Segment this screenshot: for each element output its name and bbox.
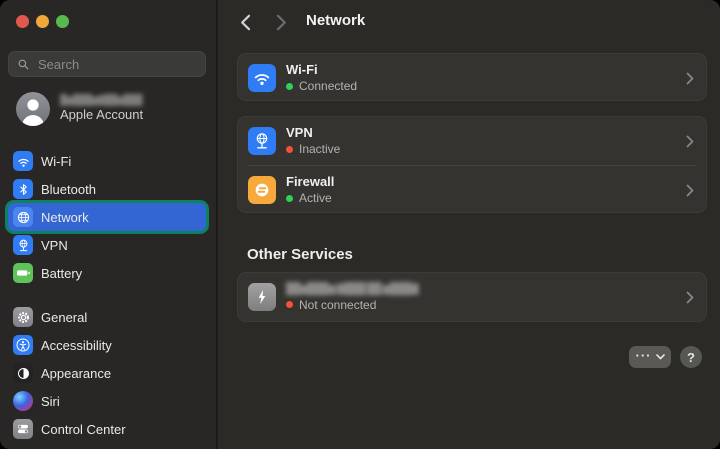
status-dot bbox=[286, 194, 293, 202]
sidebar-item-control-center[interactable]: Control Center bbox=[8, 415, 206, 443]
other-service-card: ██▆███▆ ▇███ ██ ▆███▇ Not connected bbox=[237, 272, 707, 322]
firewall-icon bbox=[248, 176, 276, 204]
status-dot bbox=[286, 82, 293, 90]
service-name-redacted: ██▆███▆ ▇███ ██ ▆███▇ bbox=[286, 282, 419, 295]
status-text: Inactive bbox=[299, 142, 341, 157]
service-name: VPN bbox=[286, 124, 313, 140]
service-name: Wi-Fi bbox=[286, 61, 318, 77]
ellipsis-icon: ··· bbox=[635, 347, 652, 363]
wifi-icon bbox=[248, 64, 276, 92]
sidebar-item-label: VPN bbox=[41, 237, 68, 253]
siri-icon bbox=[13, 391, 33, 411]
search-icon bbox=[17, 58, 30, 71]
control-center-icon bbox=[13, 419, 33, 439]
apple-account-item[interactable]: █▆███▆▇██▆███ Apple Account bbox=[10, 87, 208, 131]
appearance-icon bbox=[13, 363, 33, 383]
search-field[interactable] bbox=[8, 51, 206, 77]
vpn-icon bbox=[248, 127, 276, 155]
account-name-redacted: █▆███▆▇██▆███ bbox=[60, 95, 143, 107]
close-button[interactable] bbox=[16, 15, 29, 28]
battery-icon bbox=[13, 263, 33, 283]
wifi-row[interactable]: Wi-Fi Connected bbox=[238, 54, 706, 102]
vpn-firewall-card: VPN Inactive Firewall Active bbox=[237, 116, 707, 213]
status-text: Active bbox=[299, 191, 332, 206]
accessibility-icon bbox=[13, 335, 33, 355]
more-options-button[interactable]: ··· bbox=[629, 346, 671, 368]
firewall-row[interactable]: Firewall Active bbox=[238, 166, 706, 214]
status-dot bbox=[286, 145, 293, 153]
help-button[interactable]: ? bbox=[680, 346, 702, 368]
vpn-row[interactable]: VPN Inactive bbox=[238, 117, 706, 165]
sidebar-item-label: Control Center bbox=[41, 421, 126, 437]
thunderbolt-service-row[interactable]: ██▆███▆ ▇███ ██ ▆███▇ Not connected bbox=[238, 273, 706, 321]
chevron-right-icon bbox=[686, 184, 694, 197]
sidebar-item-label: Wi-Fi bbox=[41, 153, 72, 169]
sidebar-item-siri[interactable]: Siri bbox=[8, 387, 206, 415]
sidebar-item-label: Accessibility bbox=[41, 337, 112, 353]
sidebar: █▆███▆▇██▆███ Apple Account Wi-Fi Blueto… bbox=[0, 0, 218, 449]
service-name: Firewall bbox=[286, 173, 335, 189]
sidebar-item-battery[interactable]: Battery bbox=[8, 259, 206, 287]
sidebar-item-label: Siri bbox=[41, 393, 60, 409]
chevron-right-icon bbox=[686, 135, 694, 148]
thunderbolt-icon bbox=[248, 283, 276, 311]
status-text: Not connected bbox=[299, 297, 377, 312]
back-button[interactable] bbox=[238, 13, 252, 31]
minimize-button[interactable] bbox=[36, 15, 49, 28]
zoom-button[interactable] bbox=[56, 15, 69, 28]
search-input[interactable] bbox=[36, 55, 197, 73]
sidebar-item-appearance[interactable]: Appearance bbox=[8, 359, 206, 387]
sidebar-item-accessibility[interactable]: Accessibility bbox=[8, 331, 206, 359]
wifi-icon bbox=[13, 151, 33, 171]
sidebar-item-bluetooth[interactable]: Bluetooth bbox=[8, 175, 206, 203]
system-settings-window: █▆███▆▇██▆███ Apple Account Wi-Fi Blueto… bbox=[0, 0, 720, 449]
network-pane: Network Wi-Fi Connected VPN Inactive Fir… bbox=[218, 0, 720, 449]
window-controls bbox=[16, 15, 69, 28]
status-dot bbox=[286, 301, 293, 308]
sidebar-item-label: Bluetooth bbox=[41, 181, 96, 197]
help-label: ? bbox=[687, 349, 695, 365]
chevron-down-icon bbox=[655, 354, 665, 360]
status-text: Connected bbox=[299, 79, 358, 94]
chevron-right-icon bbox=[686, 291, 694, 304]
sidebar-item-label: Battery bbox=[41, 265, 83, 281]
chevron-right-icon bbox=[686, 72, 694, 85]
sidebar-item-vpn[interactable]: VPN bbox=[8, 231, 206, 259]
sidebar-item-label: Network bbox=[41, 209, 89, 225]
sidebar-item-label: General bbox=[41, 309, 88, 325]
page-title: Network bbox=[306, 12, 366, 29]
sidebar-item-general[interactable]: General bbox=[8, 303, 206, 331]
forward-button[interactable] bbox=[274, 13, 288, 31]
account-label: Apple Account bbox=[60, 107, 144, 123]
sidebar-item-wifi[interactable]: Wi-Fi bbox=[8, 147, 206, 175]
vpn-icon bbox=[13, 235, 33, 255]
wifi-card: Wi-Fi Connected bbox=[237, 53, 707, 101]
sidebar-item-label: Appearance bbox=[41, 365, 112, 381]
other-services-header: Other Services bbox=[247, 246, 353, 263]
avatar bbox=[16, 92, 50, 126]
bluetooth-icon bbox=[13, 179, 33, 199]
globe-icon bbox=[13, 207, 33, 227]
sidebar-item-network[interactable]: Network bbox=[8, 203, 206, 231]
gear-icon bbox=[13, 307, 33, 327]
